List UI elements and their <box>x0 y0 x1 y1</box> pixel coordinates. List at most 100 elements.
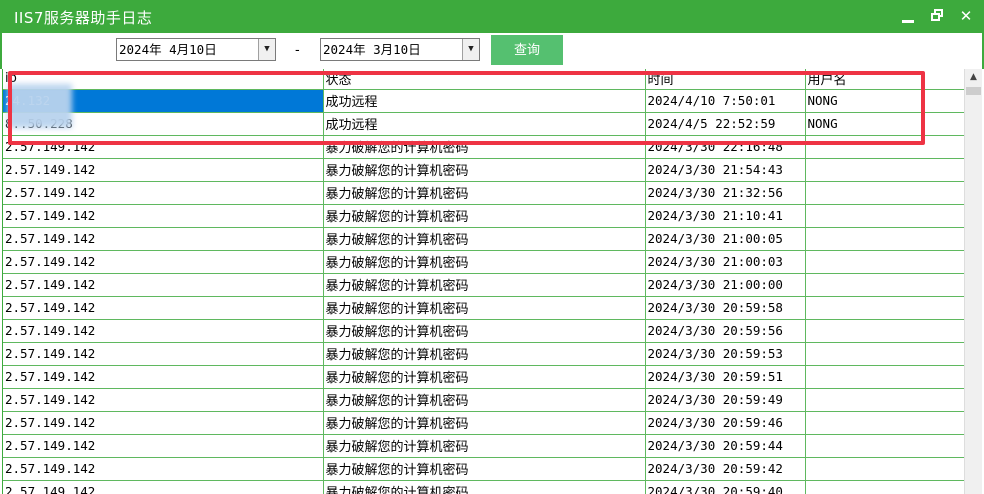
cell-user <box>805 480 966 494</box>
scroll-up-icon[interactable]: ▲ <box>965 69 982 86</box>
title-bar: IIS7服务器助手日志 ✕ <box>0 0 984 33</box>
cell-status: 暴力破解您的计算机密码 <box>323 434 646 458</box>
window-title: IIS7服务器助手日志 <box>14 9 153 27</box>
cell-user: NONG <box>805 112 966 136</box>
cell-ip: 2.57.149.142 <box>3 158 324 182</box>
log-table: ip 状态 时间 用户名 24.132成功远程2024/4/10 7:50:01… <box>3 69 966 494</box>
date-from-value: 2024年 4月10日 <box>119 42 217 57</box>
table-row[interactable]: 2.57.149.142 暴力破解您的计算机密码 2024/3/30 21:32:5… <box>3 181 966 205</box>
table-row[interactable]: 2.57.149.142 暴力破解您的计算机密码 2024/3/30 21:00:0… <box>3 273 966 297</box>
date-to-picker[interactable]: 2024年 3月10日 ▼ <box>320 38 480 61</box>
table-row[interactable]: 2.57.149.142 暴力破解您的计算机密码 2024/3/30 20:59:4… <box>3 457 966 481</box>
cell-time: 2024/3/30 21:00:03 <box>645 250 806 274</box>
log-table-container[interactable]: ip 状态 时间 用户名 24.132成功远程2024/4/10 7:50:01… <box>2 69 982 494</box>
table-row[interactable]: 2.57.149.142 暴力破解您的计算机密码 2024/3/30 20:59:5… <box>3 342 966 366</box>
vertical-scrollbar[interactable]: ▲ <box>964 69 982 494</box>
cell-time: 2024/3/30 20:59:40 <box>645 480 806 494</box>
cell-user <box>805 135 966 159</box>
cell-status: 暴力破解您的计算机密码 <box>323 319 646 343</box>
cell-ip: 2.57.149.142 <box>3 250 324 274</box>
cell-ip: 2.57.149.142 <box>3 273 324 297</box>
cell-ip: 2.57.149.142 <box>3 181 324 205</box>
date-separator: - <box>295 43 300 58</box>
cell-ip: 2.57.149.142 <box>3 135 324 159</box>
cell-time: 2024/3/30 20:59:56 <box>645 319 806 343</box>
cell-user <box>805 158 966 182</box>
table-row[interactable]: 2.57.149.142 暴力破解您的计算机密码 2024/3/30 20:59:4… <box>3 411 966 435</box>
table-row[interactable]: 2.57.149.142 暴力破解您的计算机密码 2024/3/30 21:00:0… <box>3 227 966 251</box>
cell-status: 暴力破解您的计算机密码 <box>323 388 646 412</box>
cell-ip: 2.57.149.142 <box>3 434 324 458</box>
cell-ip: 2.57.149.142 <box>3 227 324 251</box>
table-row[interactable]: 2.57.149.142 暴力破解您的计算机密码 2024/3/30 20:59:5… <box>3 365 966 389</box>
cell-status: 暴力破解您的计算机密码 <box>323 365 646 389</box>
cell-status: 暴力破解您的计算机密码 <box>323 273 646 297</box>
table-row[interactable]: 2.57.149.142 暴力破解您的计算机密码 2024/3/30 20:59:5… <box>3 319 966 343</box>
cell-status: 暴力破解您的计算机密码 <box>323 250 646 274</box>
cell-user <box>805 457 966 481</box>
restore-icon[interactable] <box>928 6 948 26</box>
close-icon[interactable]: ✕ <box>956 6 976 26</box>
cell-ip: 2.57.149.142 <box>3 388 324 412</box>
table-row[interactable]: 2.57.149.142 暴力破解您的计算机密码 2024/3/30 20:59:5… <box>3 296 966 320</box>
table-row[interactable]: 24.132成功远程2024/4/10 7:50:01NONG <box>3 89 966 113</box>
cell-user <box>805 342 966 366</box>
table-row[interactable]: 2.57.149.142 暴力破解您的计算机密码 2024/3/30 20:59:4… <box>3 480 966 494</box>
cell-user <box>805 319 966 343</box>
cell-time: 2024/3/30 21:54:43 <box>645 158 806 182</box>
cell-user <box>805 227 966 251</box>
cell-status: 暴力破解您的计算机密码 <box>323 480 646 494</box>
cell-status: 暴力破解您的计算机密码 <box>323 135 646 159</box>
cell-time: 2024/3/30 20:59:51 <box>645 365 806 389</box>
cell-user <box>805 434 966 458</box>
cell-time: 2024/3/30 21:00:00 <box>645 273 806 297</box>
column-header-time[interactable]: 时间 <box>645 69 806 90</box>
cell-user <box>805 411 966 435</box>
table-header: ip 状态 时间 用户名 <box>3 69 966 90</box>
redaction-blur <box>8 84 72 128</box>
cell-time: 2024/3/30 20:59:44 <box>645 434 806 458</box>
cell-status: 成功远程 <box>323 89 646 113</box>
table-row[interactable]: 2.57.149.142 暴力破解您的计算机密码 2024/3/30 22:16:4… <box>3 135 966 159</box>
cell-time: 2024/3/30 20:59:53 <box>645 342 806 366</box>
cell-status: 暴力破解您的计算机密码 <box>323 158 646 182</box>
scrollbar-thumb[interactable] <box>966 87 981 95</box>
cell-user <box>805 250 966 274</box>
cell-ip: 2.57.149.142 <box>3 411 324 435</box>
table-row[interactable]: 8..50.228成功远程2024/4/5 22:52:59NONG <box>3 112 966 136</box>
table-row[interactable]: 2.57.149.142 暴力破解您的计算机密码 2024/3/30 20:59:4… <box>3 434 966 458</box>
cell-time: 2024/3/30 21:10:41 <box>645 204 806 228</box>
cell-user: NONG <box>805 89 966 113</box>
table-row[interactable]: 2.57.149.142 暴力破解您的计算机密码 2024/3/30 20:59:4… <box>3 388 966 412</box>
cell-user <box>805 204 966 228</box>
cell-time: 2024/4/5 22:52:59 <box>645 112 806 136</box>
table-row[interactable]: 2.57.149.142 暴力破解您的计算机密码 2024/3/30 21:54:4… <box>3 158 966 182</box>
minimize-icon[interactable] <box>898 6 918 26</box>
cell-status: 暴力破解您的计算机密码 <box>323 411 646 435</box>
query-button[interactable]: 查询 <box>491 35 563 65</box>
column-header-user[interactable]: 用户名 <box>805 69 966 90</box>
chevron-down-icon[interactable]: ▼ <box>258 39 275 60</box>
cell-time: 2024/4/10 7:50:01 <box>645 89 806 113</box>
cell-ip: 2.57.149.142 <box>3 204 324 228</box>
table-row[interactable]: 2.57.149.142 暴力破解您的计算机密码 2024/3/30 21:10:4… <box>3 204 966 228</box>
cell-time: 2024/3/30 20:59:46 <box>645 411 806 435</box>
cell-time: 2024/3/30 20:59:49 <box>645 388 806 412</box>
cell-status: 暴力破解您的计算机密码 <box>323 457 646 481</box>
cell-ip: 2.57.149.142 <box>3 480 324 494</box>
cell-user <box>805 388 966 412</box>
cell-status: 成功远程 <box>323 112 646 136</box>
chevron-down-icon[interactable]: ▼ <box>462 39 479 60</box>
cell-status: 暴力破解您的计算机密码 <box>323 342 646 366</box>
cell-user <box>805 365 966 389</box>
column-header-status[interactable]: 状态 <box>323 69 646 90</box>
cell-time: 2024/3/30 21:32:56 <box>645 181 806 205</box>
cell-time: 2024/3/30 22:16:48 <box>645 135 806 159</box>
cell-time: 2024/3/30 20:59:58 <box>645 296 806 320</box>
cell-status: 暴力破解您的计算机密码 <box>323 227 646 251</box>
cell-ip: 2.57.149.142 <box>3 365 324 389</box>
cell-user <box>805 296 966 320</box>
table-row[interactable]: 2.57.149.142 暴力破解您的计算机密码 2024/3/30 21:00:0… <box>3 250 966 274</box>
date-to-value: 2024年 3月10日 <box>323 42 421 57</box>
date-from-picker[interactable]: 2024年 4月10日 ▼ <box>116 38 276 61</box>
